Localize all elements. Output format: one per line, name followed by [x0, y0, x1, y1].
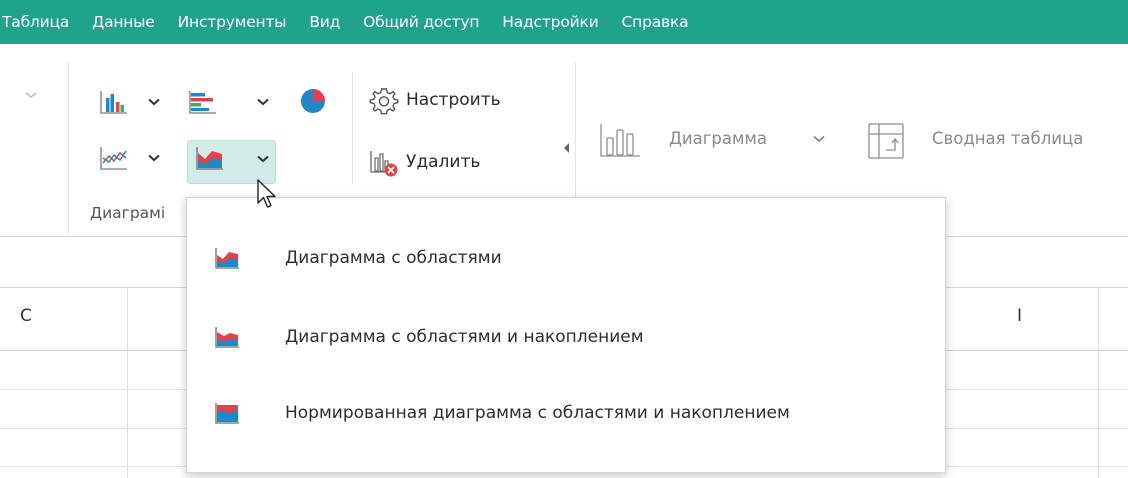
column-header-c[interactable]: C — [20, 306, 32, 326]
pivot-table-button[interactable]: Сводная таблица — [932, 129, 1083, 148]
bar-chart-icon[interactable] — [188, 89, 218, 115]
insert-chart-icon[interactable] — [598, 121, 642, 159]
menu-item-stacked-area-chart[interactable]: Диаграмма с областями и накоплением — [187, 308, 945, 366]
menu-item-view[interactable]: Вид — [309, 13, 340, 31]
menu-item-area-chart[interactable]: Диаграмма с областями — [187, 229, 945, 287]
line-chart-icon[interactable] — [99, 145, 129, 171]
area-chart-chevron-down-icon[interactable] — [257, 155, 269, 163]
menu-item-label: Диаграмма с областями и накоплением — [285, 327, 644, 347]
ribbon-collapse-chevron-icon[interactable] — [25, 90, 37, 100]
spreadsheet-window: Таблица Данные Инструменты Вид Общий дос… — [0, 0, 1128, 478]
mouse-cursor-icon — [257, 179, 276, 208]
bar-chart-chevron-down-icon[interactable] — [257, 98, 269, 106]
line-chart-chevron-down-icon[interactable] — [148, 154, 160, 162]
percent-stacked-area-chart-icon — [215, 403, 239, 424]
menu-item-label: Диаграмма с областями — [285, 248, 502, 268]
insert-chart-button[interactable]: Диаграмма — [669, 129, 767, 148]
pivot-table-icon[interactable] — [866, 121, 906, 161]
menu-item-sharing[interactable]: Общий доступ — [363, 13, 479, 31]
area-chart-dropdown-menu: Диаграмма с областями Диаграмма с област… — [186, 197, 946, 473]
menu-item-table[interactable]: Таблица — [2, 13, 69, 31]
menu-item-data[interactable]: Данные — [92, 13, 155, 31]
menu-item-percent-stacked-area-chart[interactable]: Нормированная диаграмма с областями и на… — [187, 384, 945, 442]
column-chart-icon[interactable] — [99, 89, 129, 115]
column-divider — [1098, 288, 1099, 478]
ribbon-separator — [352, 72, 353, 184]
delete-chart-icon[interactable] — [369, 148, 399, 178]
column-chart-chevron-down-icon[interactable] — [148, 98, 160, 106]
menu-item-addons[interactable]: Надстройки — [502, 13, 598, 31]
delete-chart-button[interactable]: Удалить — [406, 152, 480, 172]
area-chart-icon — [215, 248, 239, 269]
ribbon-separator — [68, 62, 69, 234]
menu-item-tools[interactable]: Инструменты — [178, 13, 287, 31]
insert-chart-chevron-down-icon[interactable] — [813, 135, 825, 143]
column-divider — [127, 288, 128, 478]
menu-item-help[interactable]: Справка — [622, 13, 689, 31]
menu-item-label: Нормированная диаграмма с областями и на… — [285, 403, 790, 423]
menu-bar: Таблица Данные Инструменты Вид Общий дос… — [0, 0, 1128, 44]
column-header-i[interactable]: I — [1017, 306, 1022, 326]
charts-group-label: Диаграмі — [90, 204, 166, 222]
pie-chart-icon[interactable] — [299, 87, 327, 115]
collapse-pane-arrow-icon[interactable] — [564, 143, 569, 153]
gear-icon[interactable] — [369, 86, 399, 116]
stacked-area-chart-icon — [215, 327, 239, 348]
area-chart-icon — [196, 147, 223, 170]
configure-chart-button[interactable]: Настроить — [406, 90, 501, 110]
